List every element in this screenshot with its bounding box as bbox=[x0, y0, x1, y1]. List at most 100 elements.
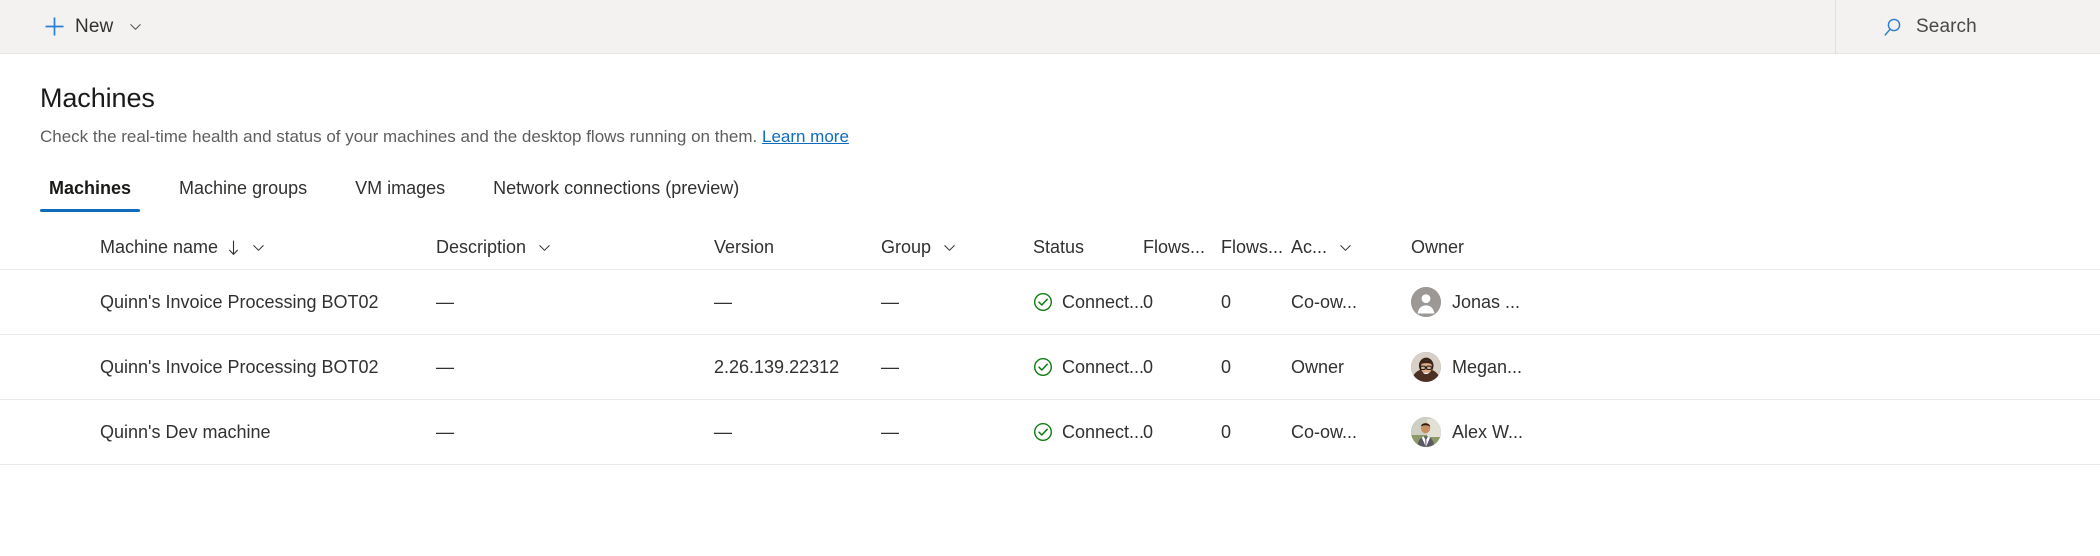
cell-group: — bbox=[881, 422, 1033, 443]
tab-network-connections[interactable]: Network connections (preview) bbox=[484, 177, 748, 212]
chevron-down-icon bbox=[123, 19, 143, 34]
cell-access: Co-ow... bbox=[1291, 292, 1411, 313]
cell-flows-queued: 0 bbox=[1143, 422, 1221, 443]
cell-flows-queued: 0 bbox=[1143, 357, 1221, 378]
column-header-owner[interactable]: Owner bbox=[1411, 237, 1601, 258]
status-text: Connect... bbox=[1062, 292, 1143, 313]
table-row[interactable]: Quinn's Dev machine — — — Connect... 0 0… bbox=[0, 400, 2100, 465]
column-header-status[interactable]: Status bbox=[1033, 237, 1143, 258]
avatar bbox=[1411, 417, 1441, 447]
table-header-row: Machine name Description bbox=[0, 226, 2100, 270]
owner-name-text: Megan... bbox=[1452, 357, 1522, 378]
access-text: Co-ow... bbox=[1291, 422, 1357, 443]
column-header-flows-running[interactable]: Flows... bbox=[1221, 237, 1291, 258]
cell-status: Connect... bbox=[1033, 357, 1143, 378]
checkmark-circle-icon bbox=[1033, 357, 1053, 377]
page-subtitle-text: Check the real-time health and status of… bbox=[40, 127, 757, 146]
learn-more-link[interactable]: Learn more bbox=[762, 127, 849, 146]
cell-owner: Jonas ... bbox=[1411, 287, 1601, 317]
page-header: Machines Check the real-time health and … bbox=[0, 54, 2100, 149]
version-text: 2.26.139.22312 bbox=[714, 357, 839, 378]
column-header-status-label: Status bbox=[1033, 237, 1084, 258]
new-button-label: New bbox=[75, 16, 113, 38]
column-header-flows-queued-label: Flows... bbox=[1143, 237, 1205, 258]
flows-queued-text: 0 bbox=[1143, 422, 1153, 443]
chevron-down-icon[interactable] bbox=[1327, 240, 1353, 255]
cell-flows-queued: 0 bbox=[1143, 292, 1221, 313]
flows-running-text: 0 bbox=[1221, 292, 1231, 313]
cell-flows-running: 0 bbox=[1221, 422, 1291, 443]
cell-version: — bbox=[714, 292, 881, 313]
status-text: Connect... bbox=[1062, 422, 1143, 443]
new-button[interactable]: New bbox=[38, 7, 149, 47]
cell-access: Owner bbox=[1291, 357, 1411, 378]
column-header-group-label: Group bbox=[881, 237, 931, 258]
plus-icon bbox=[44, 16, 65, 37]
machines-table: Machine name Description bbox=[0, 226, 2100, 465]
tab-machine-groups[interactable]: Machine groups bbox=[170, 177, 316, 212]
owner-name-text: Jonas ... bbox=[1452, 292, 1520, 313]
chevron-down-icon[interactable] bbox=[526, 240, 552, 255]
flows-queued-text: 0 bbox=[1143, 292, 1153, 313]
cell-group: — bbox=[881, 357, 1033, 378]
cell-version: 2.26.139.22312 bbox=[714, 357, 881, 378]
cell-flows-running: 0 bbox=[1221, 292, 1291, 313]
status-text: Connect... bbox=[1062, 357, 1143, 378]
owner-name-text: Alex W... bbox=[1452, 422, 1523, 443]
group-text: — bbox=[881, 292, 899, 313]
column-header-flows-queued[interactable]: Flows... bbox=[1143, 237, 1221, 258]
access-text: Owner bbox=[1291, 357, 1344, 378]
flows-running-text: 0 bbox=[1221, 422, 1231, 443]
column-header-machine-name-label: Machine name bbox=[100, 237, 218, 258]
cell-access: Co-ow... bbox=[1291, 422, 1411, 443]
cell-group: — bbox=[881, 292, 1033, 313]
search-placeholder: Search bbox=[1916, 16, 1977, 38]
machine-name-text: Quinn's Dev machine bbox=[100, 422, 271, 443]
group-text: — bbox=[881, 422, 899, 443]
tab-machines[interactable]: Machines bbox=[40, 177, 140, 212]
cell-owner: Alex W... bbox=[1411, 417, 1601, 447]
search-box[interactable]: Search bbox=[1835, 0, 2100, 54]
version-text: — bbox=[714, 422, 732, 443]
machine-name-text: Quinn's Invoice Processing BOT02 bbox=[100, 292, 379, 313]
avatar bbox=[1411, 287, 1441, 317]
table-row[interactable]: Quinn's Invoice Processing BOT02 — 2.26.… bbox=[0, 335, 2100, 400]
group-text: — bbox=[881, 357, 899, 378]
chevron-down-icon[interactable] bbox=[240, 240, 266, 255]
flows-queued-text: 0 bbox=[1143, 357, 1153, 378]
column-header-owner-label: Owner bbox=[1411, 237, 1464, 258]
column-header-flows-running-label: Flows... bbox=[1221, 237, 1283, 258]
cell-flows-running: 0 bbox=[1221, 357, 1291, 378]
column-header-access-label: Ac... bbox=[1291, 237, 1327, 258]
checkmark-circle-icon bbox=[1033, 422, 1053, 442]
cell-machine-name: Quinn's Invoice Processing BOT02 bbox=[43, 292, 436, 313]
command-bar: New Search bbox=[0, 0, 2100, 54]
checkmark-circle-icon bbox=[1033, 292, 1053, 312]
arrow-down-icon bbox=[218, 240, 240, 256]
column-header-version[interactable]: Version bbox=[714, 237, 881, 258]
column-header-machine-name[interactable]: Machine name bbox=[43, 237, 436, 258]
tab-vm-images[interactable]: VM images bbox=[346, 177, 454, 212]
column-header-access[interactable]: Ac... bbox=[1291, 237, 1411, 258]
page-subtitle: Check the real-time health and status of… bbox=[40, 115, 2100, 149]
column-header-description[interactable]: Description bbox=[436, 237, 714, 258]
table-row[interactable]: Quinn's Invoice Processing BOT02 — — — C… bbox=[0, 270, 2100, 335]
page-title: Machines bbox=[40, 54, 2100, 115]
column-header-group[interactable]: Group bbox=[881, 237, 1033, 258]
cell-version: — bbox=[714, 422, 881, 443]
cell-status: Connect... bbox=[1033, 422, 1143, 443]
cell-description: — bbox=[436, 357, 714, 378]
avatar bbox=[1411, 352, 1441, 382]
machine-name-text: Quinn's Invoice Processing BOT02 bbox=[100, 357, 379, 378]
cell-machine-name: Quinn's Dev machine bbox=[43, 422, 436, 443]
cell-status: Connect... bbox=[1033, 292, 1143, 313]
column-header-description-label: Description bbox=[436, 237, 526, 258]
search-icon bbox=[1836, 17, 1903, 38]
cell-description: — bbox=[436, 292, 714, 313]
flows-running-text: 0 bbox=[1221, 357, 1231, 378]
chevron-down-icon[interactable] bbox=[931, 240, 957, 255]
cell-machine-name: Quinn's Invoice Processing BOT02 bbox=[43, 357, 436, 378]
tab-bar: Machines Machine groups VM images Networ… bbox=[0, 170, 2100, 212]
access-text: Co-ow... bbox=[1291, 292, 1357, 313]
cell-description: — bbox=[436, 422, 714, 443]
